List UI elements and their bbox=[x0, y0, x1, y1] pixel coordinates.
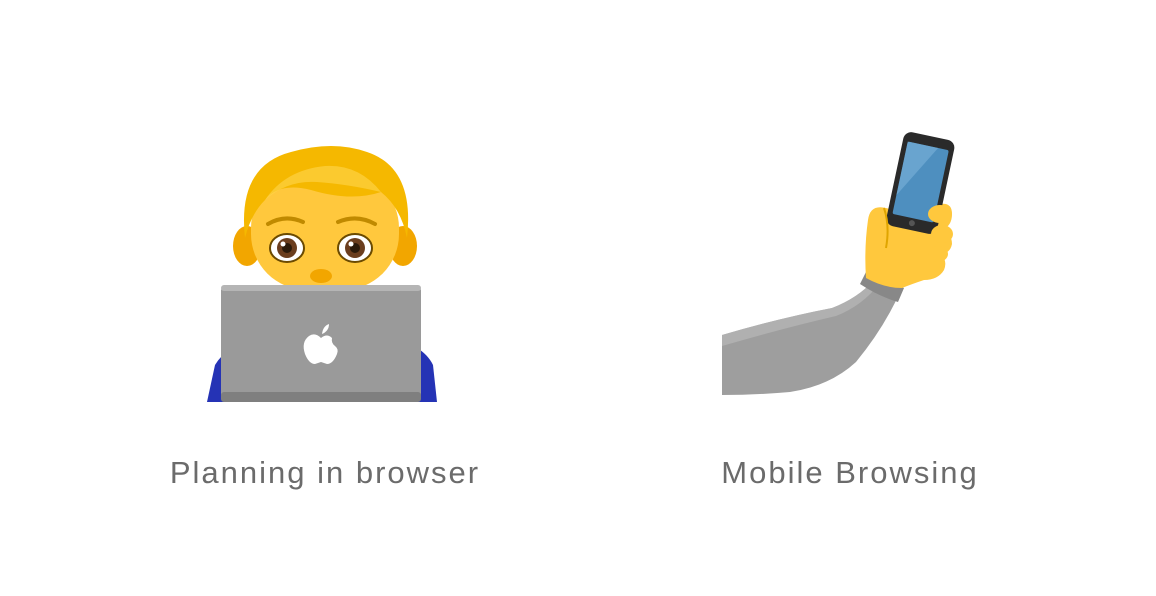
option-mobile-browsing: Mobile Browsing bbox=[640, 0, 1060, 596]
caption-planning-in-browser: Planning in browser bbox=[169, 455, 481, 490]
caption-mobile-browsing: Mobile Browsing bbox=[721, 455, 979, 490]
option-planning-in-browser: Planning in browser bbox=[115, 0, 535, 596]
man-technologist-icon bbox=[115, 130, 535, 410]
selfie-phone-icon bbox=[640, 130, 1060, 410]
